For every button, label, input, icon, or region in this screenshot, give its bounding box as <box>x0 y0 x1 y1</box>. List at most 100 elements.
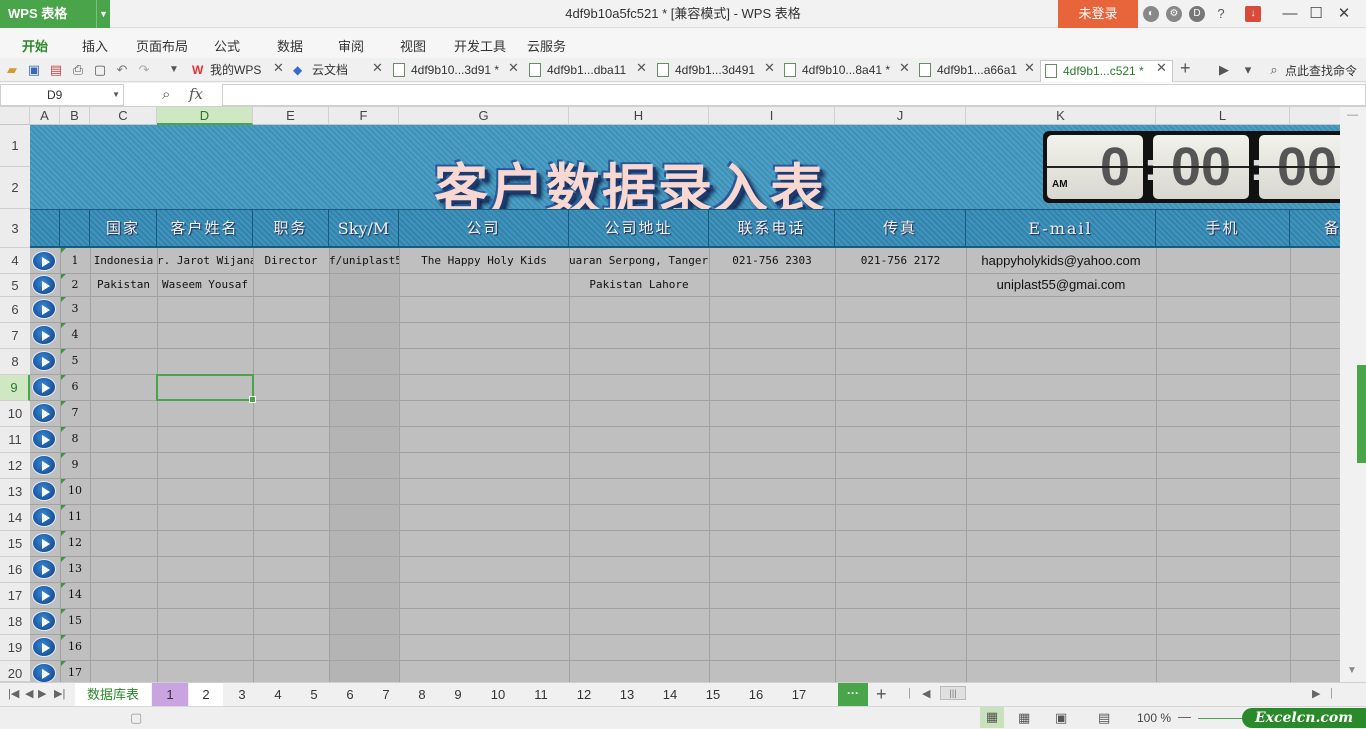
column-header-g[interactable]: G <box>399 107 569 125</box>
row-header[interactable]: 17 <box>0 583 30 609</box>
play-icon[interactable] <box>32 429 56 449</box>
play-icon[interactable] <box>32 663 56 682</box>
print-icon[interactable]: ⎙ <box>70 62 86 78</box>
cell-sky[interactable] <box>329 272 399 297</box>
tab-doc-3d491[interactable]: 4df9b1...3d491 <box>653 60 773 82</box>
menu-review[interactable]: 审阅 <box>338 36 364 55</box>
wps-menu-button[interactable]: WPS 表格 ▼ <box>0 0 110 28</box>
row-header[interactable]: 10 <box>0 401 30 427</box>
fx-icon[interactable]: fx <box>189 85 203 103</box>
name-box[interactable]: D9 ▼ <box>0 84 124 106</box>
cell-title[interactable] <box>253 272 329 297</box>
play-icon[interactable] <box>32 299 56 319</box>
horizontal-scroll-thumb[interactable]: ||| <box>940 686 966 700</box>
cell-title[interactable]: Director <box>253 248 329 273</box>
cell-customer-name[interactable]: r. Jarot Wijanark <box>157 248 253 273</box>
side-panel-handle[interactable] <box>1357 365 1366 463</box>
eye-protection-icon[interactable]: ▤ <box>1098 710 1110 726</box>
column-header-j[interactable]: J <box>835 107 966 125</box>
column-header-b[interactable]: B <box>60 107 90 125</box>
row-header[interactable]: 6 <box>0 297 30 323</box>
prev-sheet-icon[interactable]: ◀ <box>25 687 33 700</box>
selected-cell[interactable] <box>156 374 256 403</box>
zoom-out-icon[interactable]: — <box>1178 709 1191 724</box>
undo-icon[interactable]: ↶ <box>114 62 130 78</box>
scroll-left-icon[interactable]: ◀ <box>922 687 930 700</box>
chevron-down-icon[interactable]: ▼ <box>112 85 120 105</box>
cell-email[interactable]: uniplast55@gmai.com <box>966 272 1156 297</box>
tab-list-icon[interactable]: ▾ <box>1240 62 1256 78</box>
play-icon[interactable] <box>32 533 56 553</box>
zoom-search-icon[interactable]: ⌕ <box>162 86 170 103</box>
save-icon[interactable]: ▣ <box>26 62 42 78</box>
row-header[interactable]: 18 <box>0 609 30 635</box>
cell-company-address[interactable]: Pakistan Lahore <box>569 272 709 297</box>
sheet-tab-10[interactable]: 10 <box>476 683 520 707</box>
feedback-icon[interactable]: D <box>1189 6 1205 22</box>
maximize-icon[interactable]: ☐ <box>1306 4 1326 24</box>
page-break-view-icon[interactable]: ▦ <box>1018 710 1030 726</box>
close-icon[interactable]: ✕ <box>1334 4 1354 24</box>
close-tab-icon[interactable]: ✕ <box>508 60 519 76</box>
sheet-tab-7[interactable]: 7 <box>368 683 404 707</box>
row-header[interactable]: 20 <box>0 661 30 682</box>
help-button[interactable]: ? <box>1213 6 1229 22</box>
menu-formulas[interactable]: 公式 <box>214 36 240 55</box>
cell-company[interactable]: The Happy Holy Kids <box>399 248 569 273</box>
cell-customer-name[interactable]: Waseem Yousaf <box>157 272 253 297</box>
sheet-tab-14[interactable]: 14 <box>648 683 692 707</box>
more-sheets-button[interactable]: ··· <box>838 683 868 707</box>
close-tab-icon[interactable]: ✕ <box>1156 60 1167 76</box>
menu-insert[interactable]: 插入 <box>82 36 108 55</box>
menu-cloud[interactable]: 云服务 <box>527 36 566 55</box>
cell-fax[interactable]: 021-756 2172 <box>835 248 966 273</box>
play-icon[interactable] <box>32 403 56 423</box>
play-icon[interactable] <box>32 637 56 657</box>
last-sheet-icon[interactable]: ▶| <box>54 687 65 700</box>
next-sheet-icon[interactable]: ▶ <box>38 687 46 700</box>
screen-icon[interactable]: ▶ <box>1216 62 1232 78</box>
play-icon[interactable] <box>32 377 56 397</box>
zoom-level[interactable]: 100 % <box>1137 711 1171 725</box>
minimize-icon[interactable]: — <box>1280 4 1300 24</box>
row-header[interactable]: 4 <box>0 248 30 274</box>
close-tab-icon[interactable]: ✕ <box>764 60 775 76</box>
tab-doc-c521-active[interactable]: 4df9b1...c521 * <box>1040 60 1173 82</box>
close-tab-icon[interactable]: ✕ <box>372 60 383 76</box>
sheet-tab-12[interactable]: 12 <box>562 683 606 707</box>
sheet-tab-2[interactable]: 2 <box>189 683 223 707</box>
row-header[interactable]: 14 <box>0 505 30 531</box>
column-header-c[interactable]: C <box>90 107 157 125</box>
play-icon[interactable] <box>32 559 56 579</box>
close-tab-icon[interactable]: ✕ <box>1024 60 1035 76</box>
formula-input[interactable] <box>222 84 1366 106</box>
tab-doc-a66a1[interactable]: 4df9b1...a66a1 <box>915 60 1033 82</box>
sheet-tab-4[interactable]: 4 <box>260 683 296 707</box>
row-header[interactable]: 13 <box>0 479 30 505</box>
tab-doc-dba11[interactable]: 4df9b1...dba11 <box>525 60 645 82</box>
sheet-tab-database[interactable]: 数据库表 <box>75 683 151 707</box>
cell-mobile[interactable] <box>1156 248 1290 273</box>
print-preview-icon[interactable]: ▢ <box>92 62 108 78</box>
sheet-tab-3[interactable]: 3 <box>224 683 260 707</box>
cell-country[interactable]: Indonesia <box>90 248 157 273</box>
row-header-selected[interactable]: 9 <box>0 375 30 401</box>
sheet-tab-15[interactable]: 15 <box>692 683 734 707</box>
sheet-tab-11[interactable]: 11 <box>520 683 562 707</box>
search-icon[interactable]: ⌕ <box>1266 62 1282 78</box>
new-tab-icon[interactable]: + <box>1180 58 1191 79</box>
menu-home[interactable]: 开始 <box>22 36 48 55</box>
sheet-tab-5[interactable]: 5 <box>296 683 332 707</box>
row-header[interactable]: 16 <box>0 557 30 583</box>
open-icon[interactable]: ▰ <box>4 62 20 78</box>
cell-sky[interactable]: f/uniplast55 <box>329 248 399 273</box>
menu-data[interactable]: 数据 <box>277 36 303 55</box>
sheet-tab-13[interactable]: 13 <box>606 683 648 707</box>
play-icon[interactable] <box>32 481 56 501</box>
scroll-up-icon[interactable]: — <box>1347 109 1358 121</box>
cell-email[interactable]: happyholykids@yahoo.com <box>966 248 1156 273</box>
tab-doc-3d91[interactable]: 4df9b10...3d91 * <box>389 60 517 82</box>
settings-icon[interactable]: ⚙ <box>1166 6 1182 22</box>
first-sheet-icon[interactable]: |◀ <box>8 687 19 700</box>
row-header[interactable]: 3 <box>0 209 30 248</box>
